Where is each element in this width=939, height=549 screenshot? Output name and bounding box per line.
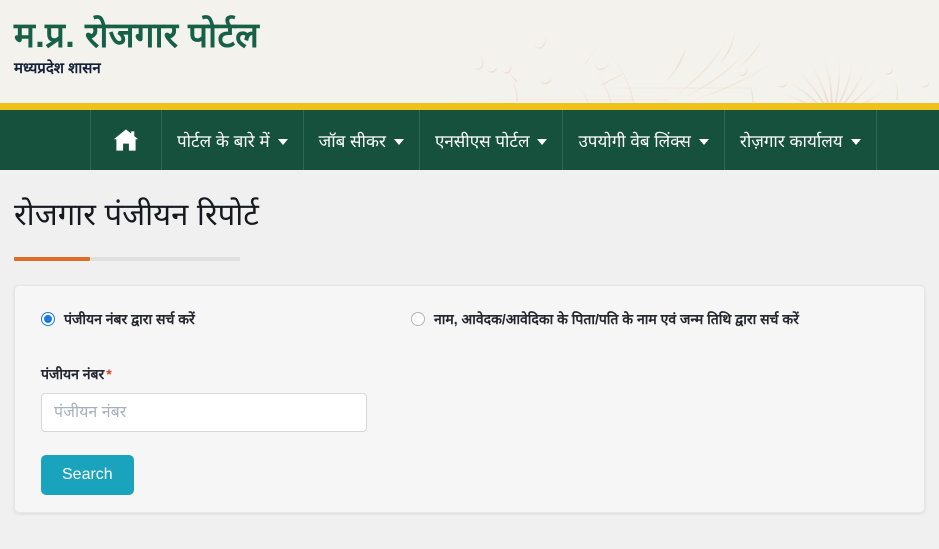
nav-gold-bar <box>0 103 939 110</box>
radio-option-by-name-and-dob[interactable]: नाम, आवेदक/आवेदिका के पिता/पति के नाम एव… <box>411 310 799 329</box>
chevron-down-icon <box>277 139 288 145</box>
chevron-down-icon <box>537 139 548 145</box>
brand-block: म.प्र. रोजगार पोर्टल मध्यप्रदेश शासन <box>14 14 259 79</box>
page-body: रोजगार पंजीयन रिपोर्ट पंजीयन नंबर द्वारा… <box>0 170 939 549</box>
nav-item-label: जॉब सीकर <box>318 131 386 151</box>
brand-title: म.प्र. रोजगार पोर्टल <box>14 16 260 55</box>
main-navigation: पोर्टल के बारे में जॉब सीकर एनसीएस पोर्ट… <box>0 110 939 170</box>
site-header: म.प्र. रोजगार पोर्टल मध्यप्रदेश शासन <box>0 0 939 103</box>
search-card: पंजीयन नंबर द्वारा सर्च करें नाम, आवेदक/… <box>14 285 925 513</box>
mandala-floral-pattern-icon <box>419 10 930 103</box>
search-mode-radio-group: पंजीयन नंबर द्वारा सर्च करें नाम, आवेदक/… <box>41 308 898 330</box>
title-accent-rule <box>14 257 240 261</box>
chevron-down-icon <box>393 139 404 145</box>
nav-item-ncs-portal[interactable]: एनसीएस पोर्टल <box>420 110 564 170</box>
radio-option-label: पंजीयन नंबर द्वारा सर्च करें <box>64 310 195 327</box>
nav-item-label: रोज़गार कार्यालय <box>739 131 843 151</box>
registration-number-label: पंजीयन नंबर * <box>41 365 898 384</box>
nav-item-label: उपयोगी वेब लिंक्स <box>578 131 691 151</box>
brand-subtitle: मध्यप्रदेश शासन <box>14 60 101 77</box>
chevron-down-icon <box>850 139 861 145</box>
chevron-down-icon <box>698 139 709 145</box>
nav-item-home[interactable] <box>90 110 162 170</box>
nav-item-label: पोर्टल के बारे में <box>177 131 270 151</box>
nav-item-label: एनसीएस पोर्टल <box>434 131 530 151</box>
nav-item-employment-office[interactable]: रोज़गार कार्यालय <box>725 110 877 170</box>
nav-item-job-seeker[interactable]: जॉब सीकर <box>304 110 420 170</box>
radio-option-by-registration-number[interactable]: पंजीयन नंबर द्वारा सर्च करें <box>41 310 411 329</box>
required-asterisk: * <box>106 366 112 382</box>
home-icon <box>113 129 139 151</box>
radio-dot-unselected[interactable] <box>411 312 425 326</box>
page-title: रोजगार पंजीयन रिपोर्ट <box>14 197 259 232</box>
search-button[interactable]: Search <box>41 455 134 495</box>
radio-dot-selected[interactable] <box>41 312 55 326</box>
radio-option-label: नाम, आवेदक/आवेदिका के पिता/पति के नाम एव… <box>434 310 799 327</box>
field-label-text: पंजीयन नंबर <box>41 366 105 382</box>
nav-item-about-portal[interactable]: पोर्टल के बारे में <box>162 110 304 170</box>
registration-number-input[interactable] <box>41 393 367 432</box>
nav-item-useful-web-links[interactable]: उपयोगी वेब लिंक्स <box>563 110 725 170</box>
